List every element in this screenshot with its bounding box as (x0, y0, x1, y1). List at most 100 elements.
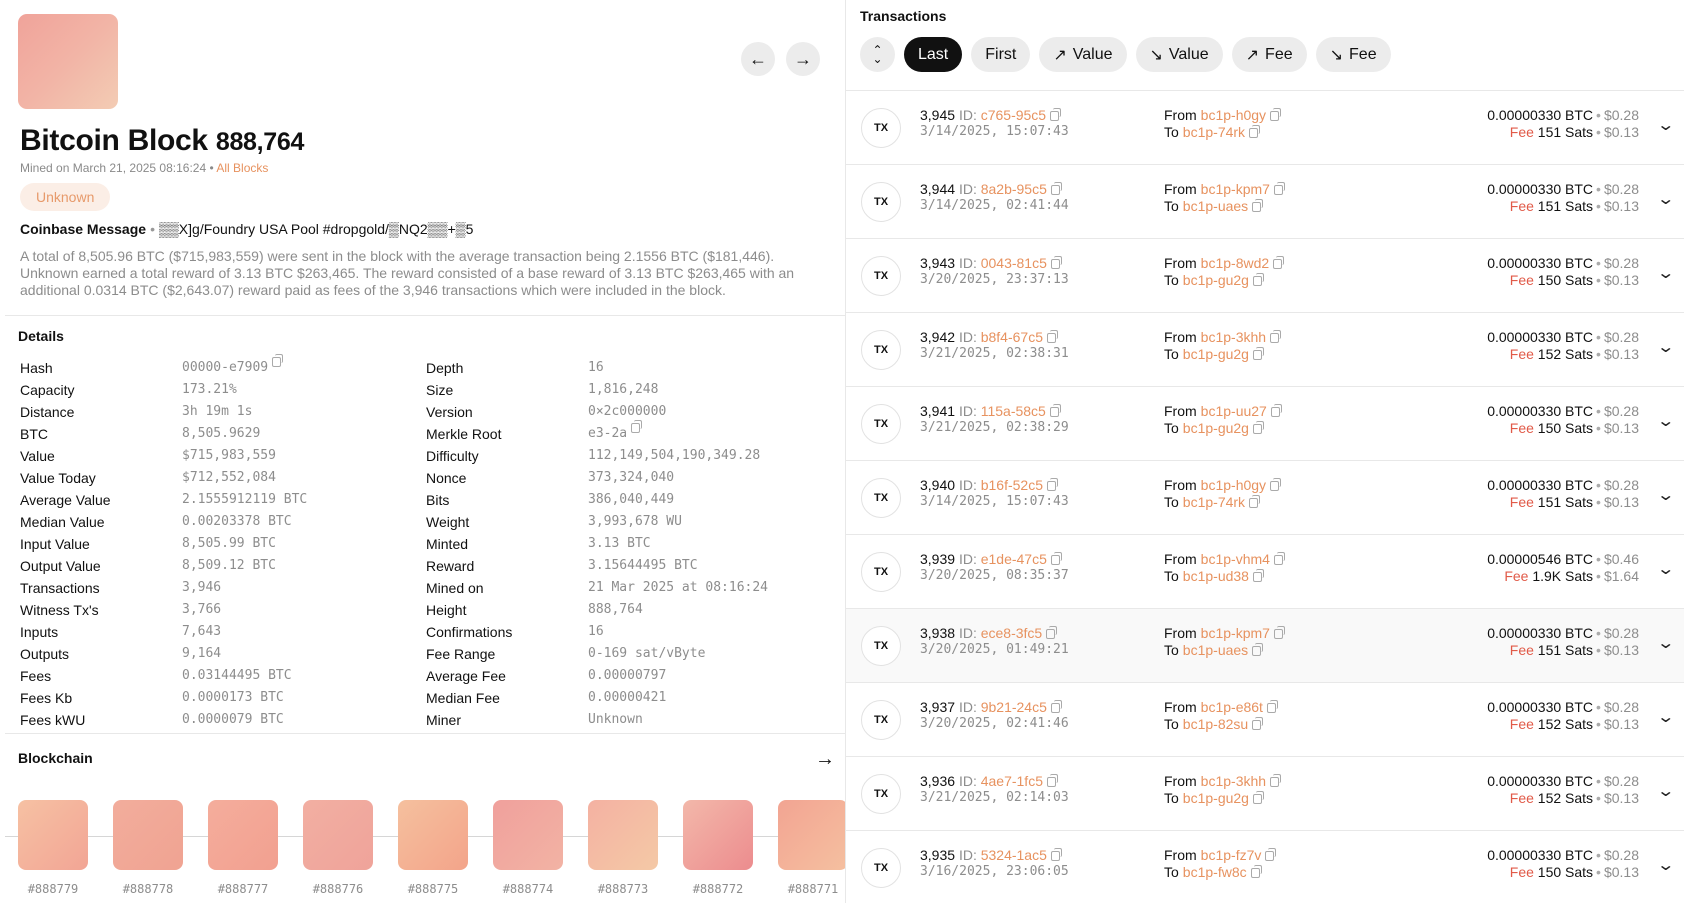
expand-chevron-icon[interactable]: ⌄ (1656, 115, 1675, 135)
tx-id-link[interactable]: 5324-1ac5 (981, 847, 1047, 863)
copy-icon[interactable] (1249, 125, 1261, 138)
copy-icon[interactable] (1050, 182, 1062, 195)
next-block-button[interactable]: → (786, 42, 820, 76)
chain-block[interactable]: #888778 (113, 800, 183, 896)
to-address-link[interactable]: bc1p-gu2g (1183, 420, 1249, 436)
copy-icon[interactable] (1270, 478, 1282, 491)
tx-id-link[interactable]: 115a-58c5 (981, 403, 1046, 419)
copy-icon[interactable] (1273, 552, 1285, 565)
copy-icon[interactable] (1252, 347, 1264, 360)
chain-block[interactable]: #888777 (208, 800, 278, 896)
copy-icon[interactable] (1047, 330, 1058, 343)
copy-icon[interactable] (1047, 774, 1058, 787)
copy-icon[interactable] (1252, 569, 1264, 582)
copy-icon[interactable] (272, 354, 284, 367)
copy-icon[interactable] (1273, 626, 1285, 639)
from-address-link[interactable]: bc1p-h0gy (1201, 477, 1266, 493)
from-address-link[interactable]: bc1p-e86t (1201, 699, 1263, 715)
transaction-row[interactable]: TX 3,944 ID: 8a2b-95c5 3/14/2025, 02:41:44… (846, 165, 1684, 239)
copy-icon[interactable] (1265, 848, 1277, 861)
to-address-link[interactable]: bc1p-uaes (1183, 198, 1248, 214)
transaction-row[interactable]: TX 3,939 ID: e1de-47c5 3/20/2025, 08:35:37… (846, 535, 1684, 609)
copy-icon[interactable] (1266, 700, 1278, 713)
from-address-link[interactable]: bc1p-h0gy (1201, 107, 1266, 123)
tx-id-link[interactable]: b16f-52c5 (981, 477, 1043, 493)
to-address-link[interactable]: bc1p-gu2g (1183, 346, 1249, 362)
expand-chevron-icon[interactable]: ⌄ (1656, 855, 1675, 875)
expand-chevron-icon[interactable]: ⌄ (1656, 559, 1675, 579)
transaction-row[interactable]: TX 3,936 ID: 4ae7-1fc5 3/21/2025, 02:14:03… (846, 757, 1684, 831)
copy-icon[interactable] (1252, 421, 1264, 434)
expand-chevron-icon[interactable]: ⌄ (1656, 781, 1675, 801)
from-address-link[interactable]: bc1p-fz7v (1201, 847, 1262, 863)
copy-icon[interactable] (1050, 848, 1062, 861)
copy-icon[interactable] (1252, 791, 1264, 804)
from-address-link[interactable]: bc1p-vhm4 (1201, 551, 1270, 567)
copy-icon[interactable] (1252, 717, 1264, 730)
tx-id-link[interactable]: e1de-47c5 (981, 551, 1047, 567)
copy-icon[interactable] (1249, 495, 1261, 508)
chain-block[interactable]: #888775 (398, 800, 468, 896)
filter-last-button[interactable]: Last (904, 37, 963, 72)
filter-fee-button[interactable]: ↗ Fee (1231, 37, 1307, 72)
chain-block[interactable]: #888772 (683, 800, 753, 896)
from-address-link[interactable]: bc1p-3khh (1201, 329, 1266, 345)
chain-block[interactable]: #888774 (493, 800, 563, 896)
from-address-link[interactable]: bc1p-kpm7 (1201, 625, 1270, 641)
copy-icon[interactable] (1273, 182, 1285, 195)
tx-id-link[interactable]: 0043-81c5 (981, 255, 1047, 271)
copy-icon[interactable] (1270, 108, 1282, 121)
transaction-row[interactable]: TX 3,937 ID: 9b21-24c5 3/20/2025, 02:41:46… (846, 683, 1684, 757)
filter-value-button[interactable]: ↗ Value (1039, 37, 1127, 72)
expand-chevron-icon[interactable]: ⌄ (1656, 189, 1675, 209)
all-blocks-link[interactable]: All Blocks (216, 161, 268, 175)
chain-block[interactable]: #888779 (18, 800, 88, 896)
to-address-link[interactable]: bc1p-fw8c (1183, 864, 1247, 880)
to-address-link[interactable]: bc1p-82su (1183, 716, 1248, 732)
copy-icon[interactable] (1270, 404, 1282, 417)
expand-chevron-icon[interactable]: ⌄ (1656, 485, 1675, 505)
copy-icon[interactable] (1250, 865, 1262, 878)
tx-id-link[interactable]: 8a2b-95c5 (981, 181, 1047, 197)
to-address-link[interactable]: bc1p-ud38 (1183, 568, 1249, 584)
expand-chevron-icon[interactable]: ⌄ (1656, 337, 1675, 357)
chain-block[interactable]: #888773 (588, 800, 658, 896)
chain-block[interactable]: #888776 (303, 800, 373, 896)
transaction-row[interactable]: TX 3,943 ID: 0043-81c5 3/20/2025, 23:37:13… (846, 239, 1684, 313)
copy-icon[interactable] (1270, 330, 1282, 343)
copy-icon[interactable] (631, 420, 643, 433)
expand-chevron-icon[interactable]: ⌄ (1656, 263, 1675, 283)
expand-chevron-icon[interactable]: ⌄ (1656, 411, 1675, 431)
from-address-link[interactable]: bc1p-8wd2 (1201, 255, 1270, 271)
expand-chevron-icon[interactable]: ⌄ (1656, 633, 1675, 653)
from-address-link[interactable]: bc1p-kpm7 (1201, 181, 1270, 197)
filter-first-button[interactable]: First (971, 37, 1031, 72)
to-address-link[interactable]: bc1p-74rk (1183, 124, 1245, 140)
from-address-link[interactable]: bc1p-3khh (1201, 773, 1266, 789)
tx-id-link[interactable]: 4ae7-1fc5 (981, 773, 1043, 789)
copy-icon[interactable] (1049, 404, 1061, 417)
chain-block[interactable]: #888771 (778, 800, 845, 896)
tx-id-link[interactable]: ece8-3fc5 (981, 625, 1042, 641)
copy-icon[interactable] (1050, 700, 1062, 713)
copy-icon[interactable] (1046, 626, 1058, 639)
copy-icon[interactable] (1252, 199, 1264, 212)
copy-icon[interactable] (1050, 552, 1062, 565)
filter-fee-button[interactable]: ↘ Fee (1315, 37, 1391, 72)
copy-icon[interactable] (1273, 256, 1285, 269)
expand-chevron-icon[interactable]: ⌄ (1656, 707, 1675, 727)
tx-id-link[interactable]: c765-95c5 (981, 107, 1046, 123)
previous-block-button[interactable]: ← (741, 42, 775, 76)
transaction-row[interactable]: TX 3,942 ID: b8f4-67c5 3/21/2025, 02:38:31… (846, 313, 1684, 387)
tx-id-link[interactable]: b8f4-67c5 (981, 329, 1043, 345)
miner-badge[interactable]: Unknown (20, 183, 111, 211)
to-address-link[interactable]: bc1p-gu2g (1183, 790, 1249, 806)
copy-icon[interactable] (1270, 774, 1282, 787)
from-address-link[interactable]: bc1p-uu27 (1201, 403, 1267, 419)
transaction-row[interactable]: TX 3,941 ID: 115a-58c5 3/21/2025, 02:38:29… (846, 387, 1684, 461)
blockchain-more-button[interactable]: → (815, 748, 835, 771)
to-address-link[interactable]: bc1p-gu2g (1183, 272, 1249, 288)
to-address-link[interactable]: bc1p-74rk (1183, 494, 1245, 510)
copy-icon[interactable] (1050, 108, 1062, 121)
copy-icon[interactable] (1252, 273, 1264, 286)
